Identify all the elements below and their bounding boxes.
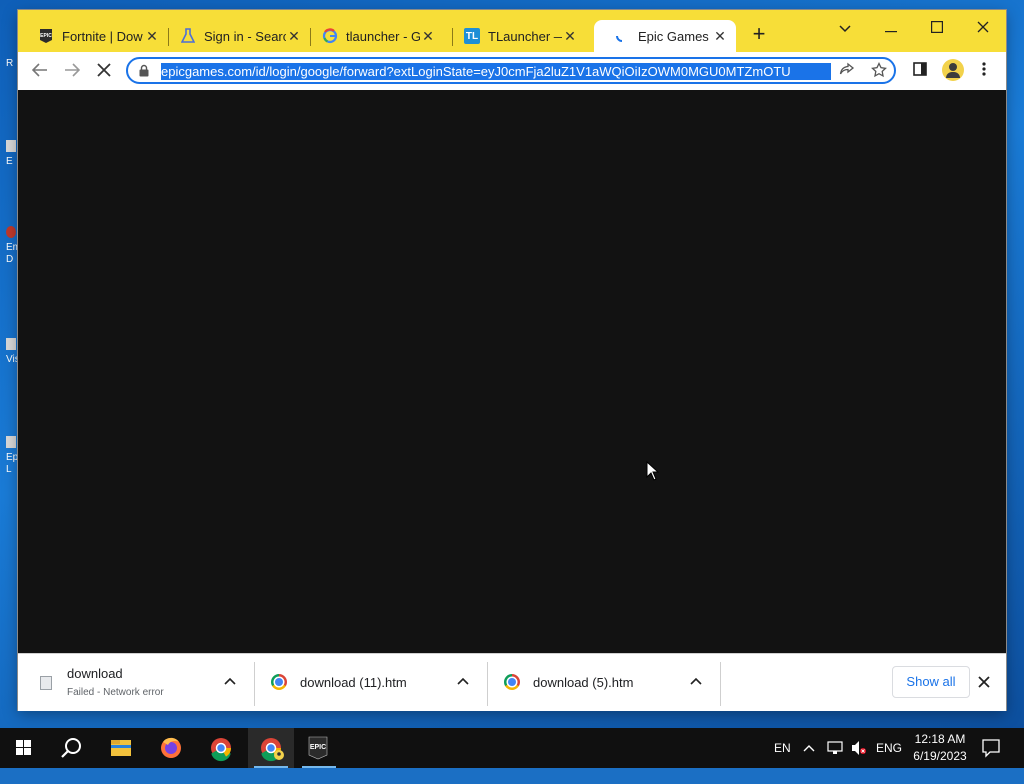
search-icon[interactable]	[48, 728, 94, 768]
app-icon	[6, 140, 16, 152]
download-item[interactable]: download (11).htm	[255, 654, 487, 711]
chrome-icon[interactable]	[198, 728, 244, 768]
show-all-downloads-button[interactable]: Show all	[892, 666, 970, 698]
download-separator	[720, 662, 721, 706]
close-tab-icon[interactable]: ✕	[712, 28, 728, 44]
tab-fortnite[interactable]: EPIC Fortnite | Dow ✕	[18, 20, 168, 52]
tab-sign-in[interactable]: Sign in - Searc ✕	[160, 20, 310, 52]
chevron-up-icon[interactable]	[802, 728, 816, 768]
side-panel-icon[interactable]	[910, 61, 930, 81]
close-window-button[interactable]	[968, 16, 998, 42]
epic-logo-icon: EPIC	[38, 28, 54, 44]
page-viewport[interactable]	[18, 90, 1006, 653]
close-tab-icon[interactable]: ✕	[562, 28, 578, 44]
menu-kebab-icon[interactable]	[974, 61, 994, 81]
epic-games-icon[interactable]: EPIC	[296, 728, 342, 768]
taskbar: EPIC EN ENG 12:18 AM 6/19/2023	[0, 728, 1024, 768]
start-button[interactable]	[0, 728, 46, 768]
tab-strip: EPIC Fortnite | Dow ✕ Sign in - Searc ✕ …	[18, 10, 1006, 52]
svg-text:EPIC: EPIC	[310, 744, 326, 751]
loading-spinner-icon	[614, 28, 630, 44]
chrome-profile-icon[interactable]	[248, 728, 294, 768]
download-item[interactable]: download (5).htm	[488, 654, 720, 711]
share-icon[interactable]	[838, 62, 856, 80]
url-text[interactable]: epicgames.com/id/login/google/forward?ex…	[161, 63, 831, 80]
close-tab-icon[interactable]: ✕	[286, 28, 302, 44]
app-icon	[6, 436, 16, 448]
chevron-up-icon[interactable]	[690, 674, 702, 688]
stop-loading-button[interactable]	[92, 60, 116, 82]
close-download-shelf-button[interactable]	[978, 672, 990, 692]
language-indicator[interactable]: EN	[774, 728, 791, 768]
network-icon[interactable]	[826, 728, 844, 768]
volume-muted-icon[interactable]	[850, 728, 868, 768]
browser-toolbar: epicgames.com/id/login/google/forward?ex…	[18, 52, 1006, 91]
minimize-button[interactable]	[876, 16, 906, 42]
maximize-button[interactable]	[922, 16, 952, 42]
flask-icon	[180, 28, 196, 44]
file-icon	[40, 676, 52, 690]
taskbar-clock[interactable]: 12:18 AM 6/19/2023	[908, 731, 972, 765]
forward-button[interactable]	[60, 60, 84, 82]
chrome-icon	[504, 674, 520, 690]
chevron-up-icon[interactable]	[224, 674, 236, 688]
close-tab-icon[interactable]: ✕	[144, 28, 160, 44]
address-bar[interactable]: epicgames.com/id/login/google/forward?ex…	[126, 57, 896, 84]
lock-icon[interactable]	[139, 64, 149, 77]
file-explorer-icon[interactable]	[98, 728, 144, 768]
chevron-up-icon[interactable]	[457, 674, 469, 688]
chrome-icon	[271, 674, 287, 690]
svg-text:EPIC: EPIC	[40, 33, 52, 39]
tab-epic-games[interactable]: Epic Games ✕	[594, 20, 736, 52]
close-tab-icon[interactable]: ✕	[420, 28, 436, 44]
firefox-icon[interactable]	[148, 728, 194, 768]
download-item[interactable]: download Failed - Network error	[18, 654, 254, 711]
input-language[interactable]: ENG	[876, 728, 902, 768]
download-shelf: download Failed - Network error download…	[18, 653, 1006, 711]
tl-icon: TL	[464, 28, 480, 44]
profile-avatar[interactable]	[942, 59, 964, 81]
tab-tlauncher-google[interactable]: tlauncher - Go ✕	[302, 20, 444, 52]
tab-search-button[interactable]	[830, 16, 860, 42]
app-icon	[6, 338, 16, 350]
notification-icon[interactable]	[982, 728, 1000, 768]
bookmark-star-icon[interactable]	[870, 61, 888, 80]
google-icon	[322, 28, 338, 44]
tab-tlauncher[interactable]: TL TLauncher — I ✕	[444, 20, 586, 52]
new-tab-button[interactable]: +	[748, 23, 770, 46]
app-icon	[6, 226, 16, 238]
browser-window: EPIC Fortnite | Dow ✕ Sign in - Searc ✕ …	[18, 10, 1006, 711]
back-button[interactable]	[28, 60, 52, 82]
